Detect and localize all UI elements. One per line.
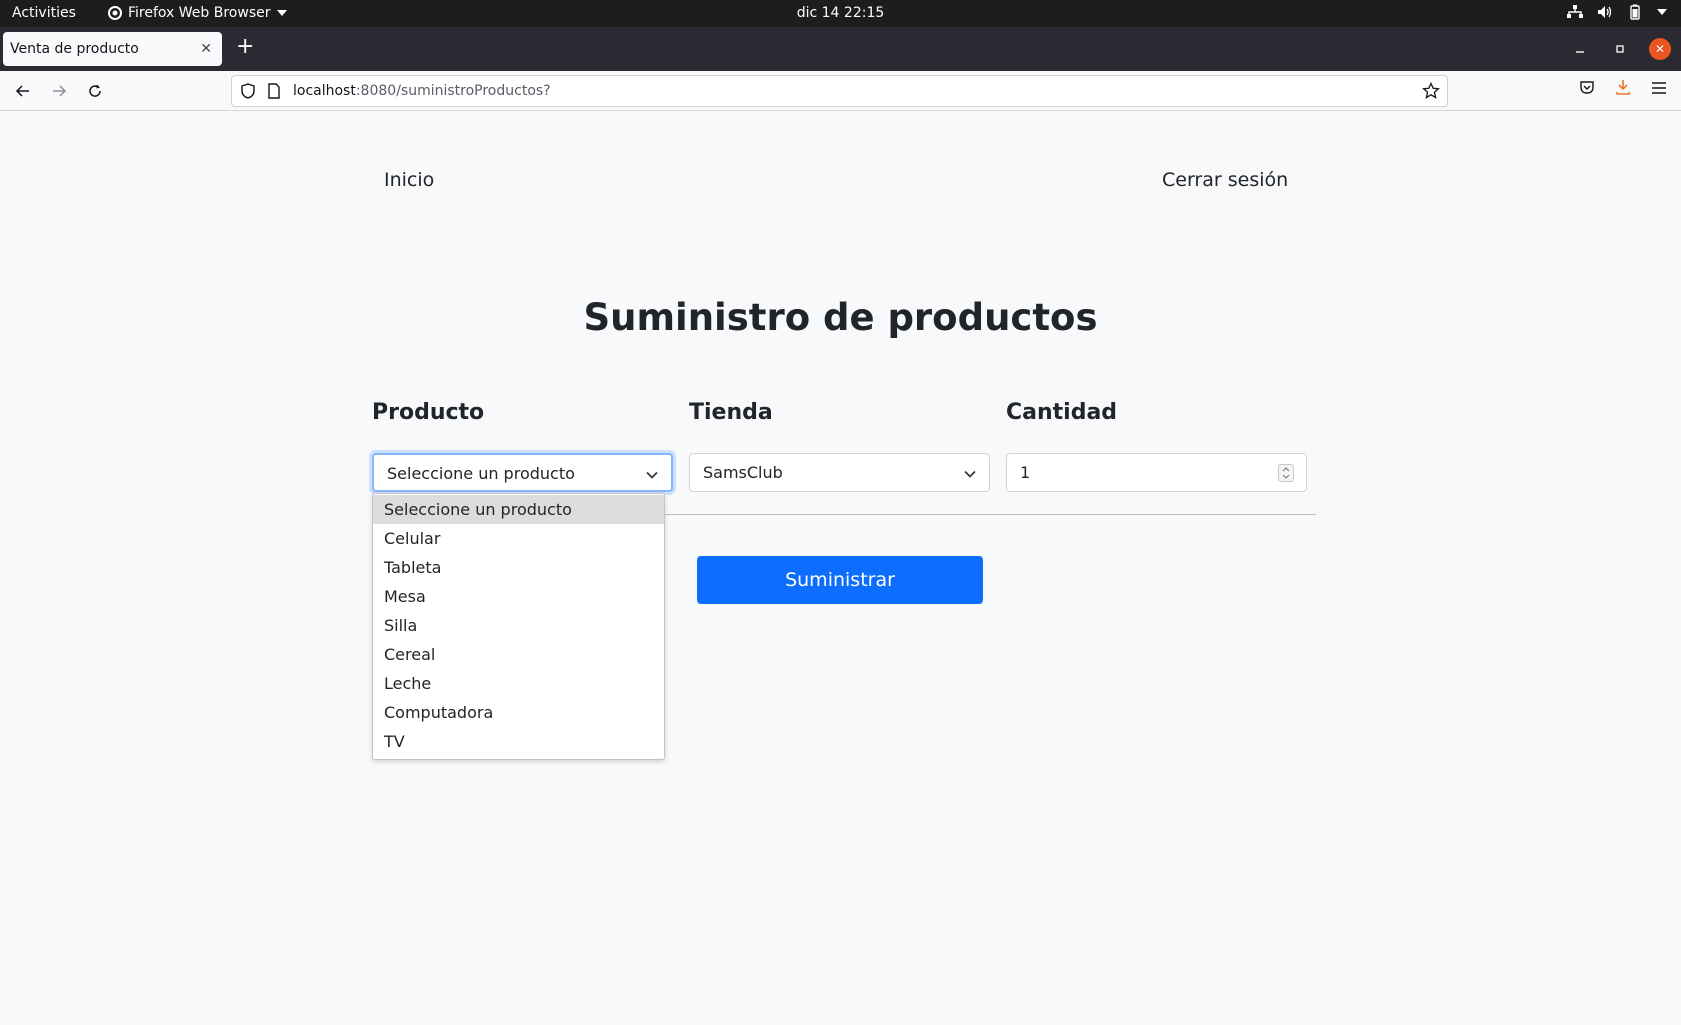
url-host: localhost bbox=[293, 83, 356, 99]
suministrar-button[interactable]: Suministrar bbox=[697, 556, 983, 604]
network-icon bbox=[1567, 5, 1583, 19]
page-content: Inicio Cerrar sesión Suministro de produ… bbox=[0, 112, 1681, 1025]
toolbar-right bbox=[1579, 79, 1667, 99]
bookmark-star-icon[interactable] bbox=[1422, 81, 1440, 104]
close-window-button[interactable]: ✕ bbox=[1649, 38, 1671, 60]
back-button[interactable] bbox=[11, 79, 35, 103]
system-top-bar: Activities Firefox Web Browser dic 14 22… bbox=[0, 0, 1681, 27]
quantity-stepper[interactable] bbox=[1278, 464, 1294, 482]
minimize-button[interactable] bbox=[1569, 38, 1591, 60]
battery-icon bbox=[1627, 4, 1643, 20]
dropdown-option[interactable]: Tableta bbox=[373, 553, 664, 582]
dropdown-option[interactable]: Celular bbox=[373, 524, 664, 553]
tab-title: Venta de producto bbox=[10, 41, 139, 57]
nav-logout-link[interactable]: Cerrar sesión bbox=[1162, 169, 1288, 191]
dropdown-option[interactable]: Computadora bbox=[373, 698, 664, 727]
chevron-down-icon bbox=[645, 467, 659, 486]
dropdown-option[interactable]: Cereal bbox=[373, 640, 664, 669]
producto-label: Producto bbox=[372, 400, 485, 425]
reload-icon bbox=[89, 84, 101, 97]
tienda-selected-value: SamsClub bbox=[703, 463, 783, 482]
navigation-toolbar: localhost:8080/suministroProductos? bbox=[0, 71, 1681, 111]
dropdown-option[interactable]: Leche bbox=[373, 669, 664, 698]
tienda-label: Tienda bbox=[689, 400, 773, 425]
downloads-icon[interactable] bbox=[1615, 79, 1631, 99]
chevron-down-icon bbox=[963, 466, 977, 485]
tab-strip: Venta de producto ✕ + ✕ bbox=[0, 27, 1681, 71]
clock[interactable]: dic 14 22:15 bbox=[0, 5, 1681, 21]
tab-venta-de-producto[interactable]: Venta de producto ✕ bbox=[3, 32, 222, 66]
cantidad-label: Cantidad bbox=[1006, 400, 1118, 425]
dropdown-option[interactable]: Mesa bbox=[373, 582, 664, 611]
dropdown-option[interactable]: TV bbox=[373, 727, 664, 756]
back-arrow-icon bbox=[15, 85, 29, 97]
url-text: localhost:8080/suministroProductos? bbox=[293, 83, 551, 99]
window-controls: ✕ bbox=[1569, 38, 1671, 60]
forward-button[interactable] bbox=[47, 79, 71, 103]
page-title: Suministro de productos bbox=[583, 296, 1098, 339]
tracking-shield-icon[interactable] bbox=[240, 83, 256, 103]
hamburger-menu-icon[interactable] bbox=[1651, 80, 1667, 99]
address-bar[interactable]: localhost:8080/suministroProductos? bbox=[231, 75, 1448, 107]
forward-arrow-icon bbox=[53, 85, 67, 97]
volume-icon bbox=[1597, 5, 1613, 19]
new-tab-button[interactable]: + bbox=[236, 35, 254, 59]
page-info-icon[interactable] bbox=[267, 83, 281, 103]
close-tab-icon[interactable]: ✕ bbox=[200, 41, 212, 57]
tienda-select[interactable]: SamsClub bbox=[689, 453, 990, 492]
producto-selected-value: Seleccione un producto bbox=[387, 464, 575, 483]
pocket-icon[interactable] bbox=[1579, 79, 1595, 99]
producto-dropdown-list: Seleccione un producto Celular Tableta Mesa… bbox=[372, 493, 665, 760]
system-tray[interactable] bbox=[1567, 4, 1667, 20]
reload-button[interactable] bbox=[83, 79, 107, 103]
cantidad-input[interactable]: 1 bbox=[1006, 453, 1307, 492]
dropdown-option[interactable]: Silla bbox=[373, 611, 664, 640]
producto-select[interactable]: Seleccione un producto bbox=[372, 453, 673, 492]
cantidad-value: 1 bbox=[1020, 463, 1031, 482]
system-menu-caret-icon bbox=[1657, 8, 1667, 16]
nav-home-link[interactable]: Inicio bbox=[384, 169, 434, 191]
maximize-button[interactable] bbox=[1609, 38, 1631, 60]
dropdown-option[interactable]: Seleccione un producto bbox=[373, 495, 664, 524]
url-path: :8080/suministroProductos? bbox=[355, 83, 551, 99]
